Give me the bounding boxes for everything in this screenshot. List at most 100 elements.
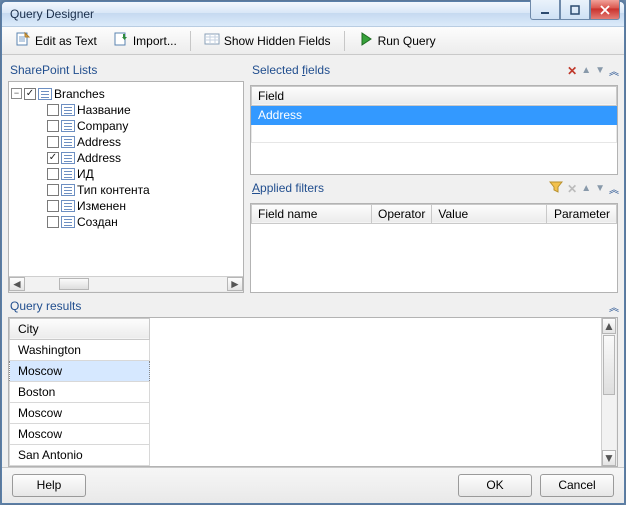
tree-item-label: Название — [77, 102, 131, 118]
field-column-header[interactable]: Field — [252, 86, 617, 105]
tree-item[interactable]: Address — [11, 134, 241, 150]
list-icon — [38, 88, 52, 100]
selected-fields-label: Selected fields — [250, 61, 330, 81]
results-row[interactable]: Moscow — [10, 423, 150, 444]
query-results-grid[interactable]: CityWashingtonMoscowBostonMoscowMoscowSa… — [9, 318, 150, 466]
tree-item-label: Изменен — [77, 198, 126, 214]
tree-item[interactable]: Название — [11, 102, 241, 118]
scroll-track[interactable] — [25, 277, 227, 291]
tree-checkbox[interactable] — [47, 184, 59, 196]
tree-checkbox[interactable]: ✓ — [24, 88, 36, 100]
list-icon — [61, 184, 75, 196]
move-down-icon[interactable]: ▼ — [595, 65, 605, 76]
tree-item-label: Company — [77, 118, 128, 134]
run-query-label: Run Query — [378, 34, 436, 48]
tree-item[interactable]: ✓Address — [11, 150, 241, 166]
sharepoint-label: SharePoint Lists — [8, 61, 244, 81]
ok-button[interactable]: OK — [458, 474, 532, 497]
results-column-header[interactable]: City — [10, 318, 150, 339]
results-row[interactable]: Boston — [10, 381, 150, 402]
tree-checkbox[interactable] — [47, 136, 59, 148]
sharepoint-panel: SharePoint Lists −✓BranchesНазваниеCompa… — [8, 61, 244, 293]
results-row[interactable]: Washington — [10, 339, 150, 360]
toolbar-separator — [190, 31, 191, 51]
edit-as-text-button[interactable]: Edit as Text — [8, 28, 104, 53]
selected-fields-grid[interactable]: FieldAddress — [251, 86, 617, 143]
import-label: Import... — [133, 34, 177, 48]
sharepoint-tree[interactable]: −✓BranchesНазваниеCompanyAddress✓Address… — [9, 82, 243, 272]
scroll-down-button[interactable]: ▼ — [602, 450, 616, 466]
scroll-up-button[interactable]: ▲ — [602, 318, 616, 334]
run-icon — [358, 31, 374, 50]
results-row[interactable]: Moscow — [10, 360, 150, 381]
scroll-right-button[interactable]: ► — [227, 277, 243, 291]
minimize-button[interactable] — [530, 0, 560, 20]
col-value[interactable]: Value — [432, 204, 547, 223]
scroll-thumb[interactable] — [59, 278, 89, 290]
import-button[interactable]: Import... — [106, 28, 184, 53]
list-icon — [61, 216, 75, 228]
titlebar[interactable]: Query Designer — [2, 2, 624, 27]
tree-item[interactable]: Company — [11, 118, 241, 134]
scroll-left-button[interactable]: ◄ — [9, 277, 25, 291]
list-icon — [61, 168, 75, 180]
applied-filters-grid[interactable]: Field name Operator Value Parameter — [251, 204, 617, 224]
run-query-button[interactable]: Run Query — [351, 28, 443, 53]
vscroll-thumb[interactable] — [603, 335, 615, 395]
col-field-name[interactable]: Field name — [252, 204, 372, 223]
results-vertical-scrollbar[interactable]: ▲ ▼ — [601, 318, 617, 466]
tree-checkbox[interactable]: ✓ — [47, 152, 59, 164]
tree-checkbox[interactable] — [47, 104, 59, 116]
results-collapse-icon[interactable]: ︽ — [609, 299, 616, 314]
query-results-header: Query results ︽ — [8, 297, 618, 317]
applied-filters-pane: Field name Operator Value Parameter — [250, 203, 618, 293]
tree-checkbox[interactable] — [47, 120, 59, 132]
edit-as-text-label: Edit as Text — [35, 34, 97, 48]
move-up-icon[interactable]: ▲ — [581, 65, 591, 76]
vscroll-track[interactable] — [602, 334, 616, 450]
selected-fields-header: Selected fields ✕ ▲ ▼ ︽ — [250, 61, 618, 81]
query-results-pane: CityWashingtonMoscowBostonMoscowMoscowSa… — [8, 317, 618, 467]
col-operator[interactable]: Operator — [372, 204, 432, 223]
show-hidden-fields-button[interactable]: Show Hidden Fields — [197, 28, 338, 53]
filter-icon[interactable] — [549, 180, 563, 197]
list-icon — [61, 152, 75, 164]
show-hidden-label: Show Hidden Fields — [224, 34, 331, 48]
tree-checkbox[interactable] — [47, 200, 59, 212]
tree-item[interactable]: Создан — [11, 214, 241, 230]
close-button[interactable] — [590, 0, 620, 20]
list-icon — [61, 104, 75, 116]
tree-checkbox[interactable] — [47, 168, 59, 180]
field-row-blank[interactable] — [252, 124, 617, 142]
filter-move-down-icon: ▼ — [595, 183, 605, 194]
results-row[interactable]: Moscow — [10, 402, 150, 423]
expand-icon[interactable]: − — [11, 88, 22, 99]
remove-field-icon[interactable]: ✕ — [567, 64, 577, 78]
list-icon — [61, 136, 75, 148]
tree-item-label: Создан — [77, 214, 118, 230]
filter-collapse-icon[interactable]: ︽ — [609, 181, 616, 196]
window-title: Query Designer — [10, 7, 94, 21]
results-row[interactable]: San Antonio — [10, 444, 150, 465]
top-row: SharePoint Lists −✓BranchesНазваниеCompa… — [8, 61, 618, 293]
tree-item-label: ИД — [77, 166, 94, 182]
help-button[interactable]: Help — [12, 474, 86, 497]
tree-item-label: Address — [77, 134, 121, 150]
cancel-button[interactable]: Cancel — [540, 474, 614, 497]
selected-fields-pane: FieldAddress — [250, 85, 618, 175]
collapse-icon[interactable]: ︽ — [609, 63, 616, 78]
right-column: Selected fields ✕ ▲ ▼ ︽ FieldAddress App… — [250, 61, 618, 293]
tree-root[interactable]: −✓Branches — [11, 86, 241, 102]
tree-item[interactable]: Изменен — [11, 198, 241, 214]
tree-item[interactable]: ИД — [11, 166, 241, 182]
tree-item-label: Тип контента — [77, 182, 150, 198]
dialog-body: SharePoint Lists −✓BranchesНазваниеCompa… — [2, 55, 624, 467]
dialog-footer: Help OK Cancel — [2, 467, 624, 503]
tree-horizontal-scrollbar[interactable]: ◄ ► — [9, 276, 243, 292]
tree-checkbox[interactable] — [47, 216, 59, 228]
col-parameter[interactable]: Parameter — [547, 204, 617, 223]
field-row[interactable]: Address — [252, 105, 617, 124]
maximize-button[interactable] — [560, 0, 590, 20]
tree-item[interactable]: Тип контента — [11, 182, 241, 198]
window-buttons — [530, 0, 624, 20]
